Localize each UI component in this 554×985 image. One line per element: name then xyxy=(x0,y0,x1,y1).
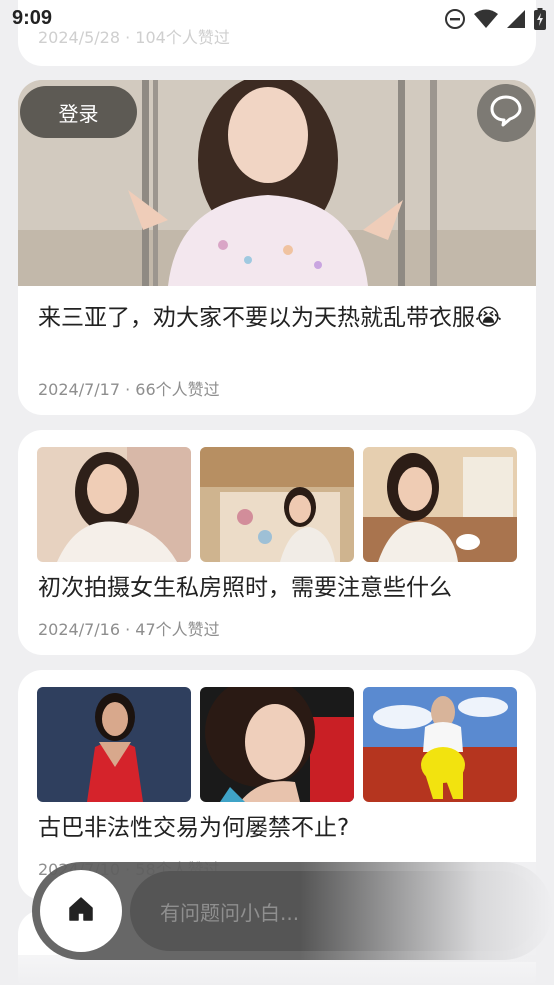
post-thumbnails xyxy=(37,687,517,802)
status-bar: 9:09 xyxy=(0,0,554,40)
home-button[interactable] xyxy=(40,870,122,952)
post-meta: 2024/7/16 · 47个人赞过 xyxy=(38,620,220,639)
post-thumbnail[interactable] xyxy=(37,447,191,562)
post-title: 初次拍摄女生私房照时，需要注意些什么 xyxy=(38,575,452,601)
post-title: 古巴非法性交易为何屡禁不止? xyxy=(38,815,350,841)
post-thumbnails xyxy=(37,447,517,562)
battery-icon xyxy=(534,8,546,30)
status-time: 9:09 xyxy=(12,7,53,29)
post-thumbnail[interactable] xyxy=(363,687,517,802)
post-thumbnail[interactable] xyxy=(200,687,354,802)
post-thumbnail[interactable] xyxy=(37,687,191,802)
status-icons xyxy=(444,8,546,30)
post-thumbnail[interactable] xyxy=(200,447,354,562)
signal-icon xyxy=(506,9,526,29)
chat-button[interactable] xyxy=(477,84,535,142)
bottom-bar-fade xyxy=(300,862,554,962)
post-title: 来三亚了，劝大家不要以为天热就乱带衣服😭 xyxy=(38,305,502,331)
post-meta: 2024/7/17 · 66个人赞过 xyxy=(38,380,220,399)
post-thumbnail[interactable] xyxy=(363,447,517,562)
dnd-icon xyxy=(444,8,466,30)
home-icon xyxy=(67,895,95,927)
wifi-icon xyxy=(474,9,498,29)
login-button[interactable]: 登录 xyxy=(20,86,137,138)
feed-card[interactable]: 初次拍摄女生私房照时，需要注意些什么 2024/7/16 · 47个人赞过 xyxy=(18,430,536,655)
chat-bubble-icon xyxy=(489,94,523,132)
